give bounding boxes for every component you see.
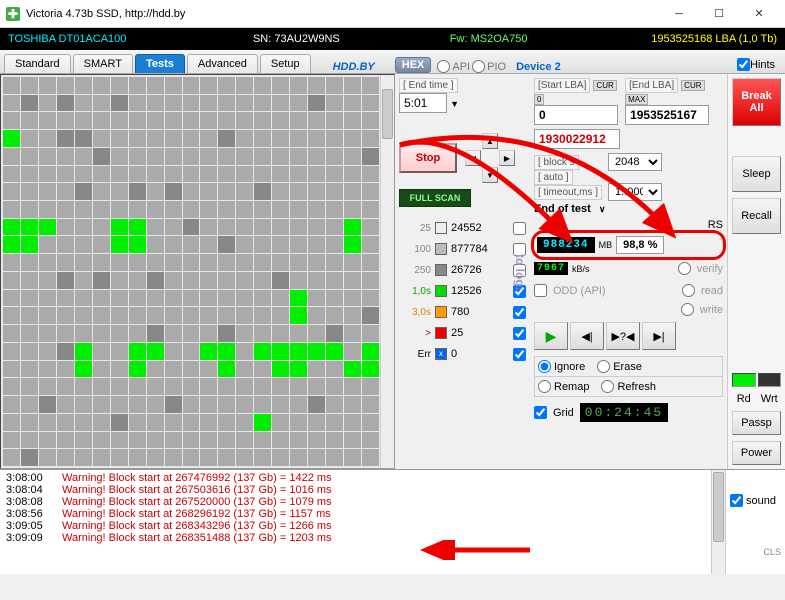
drive-sn: SN: 73AU2W9NS	[200, 33, 392, 45]
sidebar: BreakAll Sleep Recall RdWrt Passp Power	[727, 74, 785, 469]
to-log-label: to log:	[513, 254, 527, 291]
tab-smart[interactable]: SMART	[73, 54, 133, 73]
step-fwd-button[interactable]: ▶|	[642, 322, 676, 350]
hex-button[interactable]: HEX	[395, 57, 432, 73]
stat-3s: 780	[451, 306, 469, 318]
log-chk-3s[interactable]	[513, 306, 526, 319]
cur-start[interactable]: CUR	[593, 80, 616, 91]
window-minimize[interactable]: ─	[659, 1, 699, 27]
end-time-label: [ End time ]	[399, 78, 458, 93]
percent-value: 98,8 %	[616, 236, 664, 254]
ignore-radio[interactable]	[538, 360, 551, 373]
cls-button[interactable]: CLS	[730, 547, 781, 557]
dpad-right[interactable]: ▶	[499, 150, 515, 166]
drive-lba: 1953525168 LBA (1,0 Tb)	[585, 33, 777, 45]
dpad-left[interactable]: ◀	[465, 150, 481, 166]
timeout-select[interactable]: 1..000	[608, 183, 662, 201]
odd-check[interactable]	[534, 284, 547, 297]
start-lba-field[interactable]	[534, 105, 618, 125]
cur-end[interactable]: CUR	[681, 80, 704, 91]
dpad: ▲ ▼ ◀ ▶	[465, 133, 515, 183]
grid-check[interactable]	[534, 406, 547, 419]
seek-button[interactable]: ▶?◀	[606, 322, 640, 350]
tab-setup[interactable]: Setup	[260, 54, 311, 73]
window-maximize[interactable]: ☐	[699, 1, 739, 27]
drive-model: TOSHIBA DT01ACA100	[8, 33, 200, 45]
max-end[interactable]: MAX	[625, 94, 648, 105]
power-button[interactable]: Power	[732, 441, 781, 465]
write-radio[interactable]	[681, 303, 694, 316]
drive-fw: Fw: MS2OA750	[393, 33, 585, 45]
passp-button[interactable]: Passp	[732, 411, 781, 435]
mb-value: 988234	[537, 237, 595, 253]
api-pio-group: API PIO	[437, 60, 508, 73]
end-time-field[interactable]	[399, 93, 447, 113]
stop-button[interactable]: Stop	[399, 143, 457, 173]
read-radio[interactable]	[682, 284, 695, 297]
stat-250: 26726	[451, 264, 482, 276]
remap-radio[interactable]	[538, 380, 551, 393]
erase-radio[interactable]	[597, 360, 610, 373]
pio-radio[interactable]	[472, 60, 485, 73]
device-selector[interactable]: Device 2	[516, 58, 561, 73]
pos-lba-field[interactable]	[534, 129, 620, 149]
hints-toggle[interactable]: Hints	[731, 56, 781, 73]
sleep-button[interactable]: Sleep	[732, 156, 781, 192]
drive-infobar: TOSHIBA DT01ACA100 SN: 73AU2W9NS Fw: MS2…	[0, 28, 785, 50]
zero-start[interactable]: 0	[534, 94, 544, 105]
window-close[interactable]: ✕	[739, 1, 779, 27]
refresh-radio[interactable]	[601, 380, 614, 393]
hints-checkbox[interactable]	[737, 58, 750, 71]
block-select[interactable]: 2048	[608, 153, 662, 171]
tab-tests[interactable]: Tests	[135, 54, 185, 73]
tabbar: Standard SMART Tests Advanced Setup HDD.…	[0, 50, 785, 74]
play-button[interactable]: ▶	[534, 322, 568, 350]
control-panel-1: [ End time ] ▼ Stop ▲ ▼ ◀ ▶ FULL SCAN 25…	[395, 74, 530, 469]
log-scrollbar[interactable]	[711, 470, 725, 574]
break-all-button[interactable]: BreakAll	[732, 78, 781, 126]
app-icon: ✚	[6, 7, 20, 21]
hdd-by-link[interactable]: HDD.BY	[333, 58, 375, 73]
stat-gt: 25	[451, 327, 463, 339]
window-titlebar: ✚ Victoria 4.73b SSD, http://hdd.by ─ ☐ …	[0, 0, 785, 28]
full-scan-button[interactable]: FULL SCAN	[399, 189, 471, 207]
tab-advanced[interactable]: Advanced	[187, 54, 258, 73]
window-title: Victoria 4.73b SSD, http://hdd.by	[26, 8, 659, 20]
grid-scrollbar[interactable]	[380, 75, 394, 468]
verify-radio[interactable]	[678, 262, 691, 275]
log-chk-gt[interactable]	[513, 327, 526, 340]
dpad-up[interactable]: ▲	[482, 133, 498, 149]
stat-100: 877784	[451, 243, 488, 255]
log-chk-25[interactable]	[513, 222, 526, 235]
control-panel-2: [Start LBA] CUR 0 [End LBA] CUR MAX [ bl…	[530, 74, 727, 469]
tab-standard[interactable]: Standard	[4, 54, 71, 73]
stat-err: 0	[451, 348, 457, 360]
stat-1s: 12526	[451, 285, 482, 297]
rd-led	[732, 373, 756, 387]
timer-display: 00:24:45	[580, 403, 668, 422]
dpad-down[interactable]: ▼	[482, 167, 498, 183]
recall-button[interactable]: Recall	[732, 198, 781, 234]
log-panel: 3:08:00Warning! Block start at 267476992…	[0, 469, 785, 574]
log-chk-err[interactable]	[513, 348, 526, 361]
kbs-value: 7967	[534, 262, 568, 275]
end-of-test-label: End of test	[534, 203, 591, 215]
step-back-button[interactable]: ◀|	[570, 322, 604, 350]
stat-25: 24552	[451, 222, 482, 234]
api-radio[interactable]	[437, 60, 450, 73]
log-text[interactable]: 3:08:00Warning! Block start at 267476992…	[0, 470, 711, 574]
sound-check[interactable]	[730, 494, 743, 507]
wrt-led	[758, 373, 782, 387]
surface-grid	[0, 74, 395, 469]
end-lba-field[interactable]	[625, 105, 709, 125]
